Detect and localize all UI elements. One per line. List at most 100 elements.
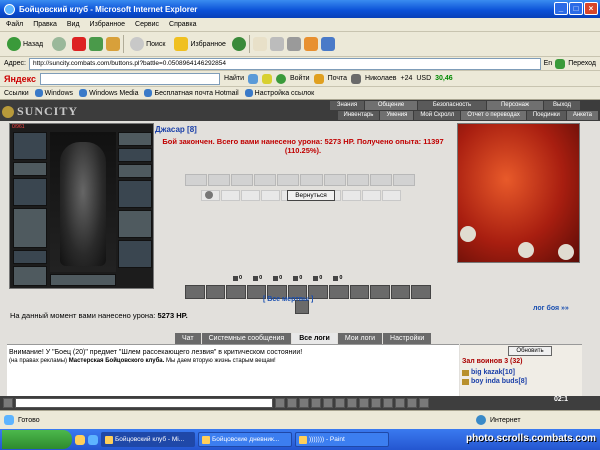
ability-icon[interactable]: [205, 285, 226, 299]
stop-icon[interactable]: [72, 37, 87, 51]
tab-chat[interactable]: Чат: [175, 333, 201, 344]
search-button[interactable]: Поиск: [127, 35, 168, 54]
yandex-search-input[interactable]: [40, 72, 221, 85]
language-indicator[interactable]: En: [544, 60, 553, 67]
nav-communication[interactable]: Общение: [365, 101, 417, 110]
messenger-icon[interactable]: [303, 37, 318, 51]
belt-slot[interactable]: [13, 250, 47, 264]
forward-button[interactable]: [49, 35, 69, 54]
chat-tool-icon[interactable]: [395, 398, 405, 408]
start-button[interactable]: [2, 430, 72, 449]
nav-character[interactable]: Персонаж: [487, 101, 543, 110]
ability-icon[interactable]: [349, 285, 370, 299]
link-windows-media[interactable]: Windows Media: [79, 89, 138, 97]
tab-system-messages[interactable]: Системные сообщения: [201, 333, 292, 344]
tab-my-logs[interactable]: Мои логи: [337, 333, 383, 344]
ability-icon[interactable]: [411, 285, 431, 299]
mail-icon[interactable]: [252, 37, 267, 51]
research-icon[interactable]: [320, 37, 335, 51]
menu-tools[interactable]: Сервис: [135, 21, 159, 28]
yandex-find-button[interactable]: Найти: [224, 75, 244, 82]
boots-slot[interactable]: [13, 266, 47, 286]
filter-icon[interactable]: [311, 398, 321, 408]
chat-tool-icon[interactable]: [383, 398, 393, 408]
close-button[interactable]: ×: [584, 2, 598, 15]
player-name[interactable]: Джасар [8]: [155, 125, 197, 134]
amulet-slot[interactable]: [13, 162, 47, 176]
link-hotmail[interactable]: Бесплатная почта Hotmail: [144, 89, 239, 97]
earrings-slot[interactable]: [118, 132, 152, 146]
back-button[interactable]: Назад: [4, 35, 46, 54]
translit-icon[interactable]: [323, 398, 333, 408]
return-button[interactable]: Вернуться: [287, 190, 335, 201]
menu-favorites[interactable]: Избранное: [90, 21, 125, 28]
all-dead-link[interactable]: [ Все мертвы ]: [263, 296, 313, 303]
nav-profile[interactable]: Анкета: [566, 111, 598, 120]
armor-slot[interactable]: [13, 208, 47, 248]
nav-my-scroll[interactable]: Мой Скролл: [414, 111, 461, 120]
gloves-slot[interactable]: [118, 164, 152, 178]
quicklaunch-icon[interactable]: [75, 434, 85, 445]
quicklaunch-icon[interactable]: [88, 434, 98, 445]
home-icon[interactable]: [106, 37, 121, 51]
chat-user-icon[interactable]: [3, 398, 13, 408]
rings-slot[interactable]: [118, 148, 152, 162]
battle-log-link[interactable]: лог боя »»: [533, 305, 569, 312]
chat-tool-icon[interactable]: [419, 398, 429, 408]
helmet-slot[interactable]: [13, 132, 47, 160]
shield-slot[interactable]: [118, 180, 152, 208]
chat-tool-icon[interactable]: [335, 398, 345, 408]
nav-security[interactable]: Безопасность: [418, 101, 486, 110]
tab-settings[interactable]: Настройки: [383, 333, 432, 344]
chat-tool-icon[interactable]: [407, 398, 417, 408]
menu-edit[interactable]: Правка: [33, 21, 57, 28]
room-user[interactable]: boy inda buds[8]: [462, 378, 527, 385]
weather-city[interactable]: Николаев: [365, 75, 396, 82]
chat-tool-icon[interactable]: [359, 398, 369, 408]
history-icon[interactable]: [231, 37, 246, 51]
send-icon[interactable]: [275, 398, 285, 408]
task-browser[interactable]: Бойцовский клуб - Mi...: [101, 432, 195, 447]
yandex-login[interactable]: Войти: [290, 75, 310, 82]
nav-exit[interactable]: Выход: [544, 101, 580, 110]
edit-icon[interactable]: [286, 37, 301, 51]
legs-slot[interactable]: [118, 210, 152, 238]
nav-knowledge[interactable]: Знания: [330, 101, 364, 110]
tab-all-logs[interactable]: Все логи: [292, 333, 337, 344]
yandex-tool-icon-2[interactable]: [262, 73, 272, 84]
refresh-icon[interactable]: [89, 37, 104, 51]
ability-icon[interactable]: [329, 285, 349, 299]
chat-tool-icon[interactable]: [347, 398, 357, 408]
task-paint[interactable]: ))))))) - Paint: [295, 432, 389, 447]
belt-items-slot[interactable]: [50, 274, 116, 286]
extra-slot[interactable]: [118, 240, 152, 268]
minimize-button[interactable]: _: [554, 2, 568, 15]
ability-icon[interactable]: [370, 285, 390, 299]
address-input[interactable]: http://suncity.combats.com/buttons.pl?ba…: [28, 57, 541, 70]
ability-icon[interactable]: [226, 285, 246, 299]
go-arrow-icon[interactable]: [555, 58, 566, 69]
chat-input[interactable]: [15, 398, 273, 408]
maximize-button[interactable]: □: [569, 2, 583, 15]
go-button[interactable]: Переход: [568, 60, 600, 67]
refresh-button[interactable]: Обновить: [508, 346, 552, 356]
chat-tool-icon[interactable]: [371, 398, 381, 408]
yandex-mail[interactable]: Почта: [328, 75, 347, 82]
room-user[interactable]: big kazak[10]: [462, 369, 515, 376]
weapon-slot[interactable]: [13, 178, 47, 206]
smile-icon[interactable]: [299, 398, 309, 408]
menu-view[interactable]: Вид: [67, 21, 80, 28]
favorites-button[interactable]: Избранное: [171, 35, 228, 54]
task-diaries[interactable]: Бойцовские дневник...: [198, 432, 292, 447]
nav-battles[interactable]: Поединки: [526, 111, 566, 120]
nav-skills[interactable]: Умения: [380, 111, 414, 120]
nav-inventory[interactable]: Инвентарь: [337, 111, 380, 120]
yandex-tool-icon[interactable]: [248, 73, 258, 84]
ability-icon[interactable]: [185, 285, 205, 299]
ability-icon[interactable]: [390, 285, 411, 299]
link-settings[interactable]: Настройка ссылок: [244, 89, 314, 97]
yandex-logo[interactable]: Яндекс: [4, 74, 36, 84]
print-icon[interactable]: [269, 37, 284, 51]
menu-help[interactable]: Справка: [169, 21, 196, 28]
clear-icon[interactable]: [287, 398, 297, 408]
